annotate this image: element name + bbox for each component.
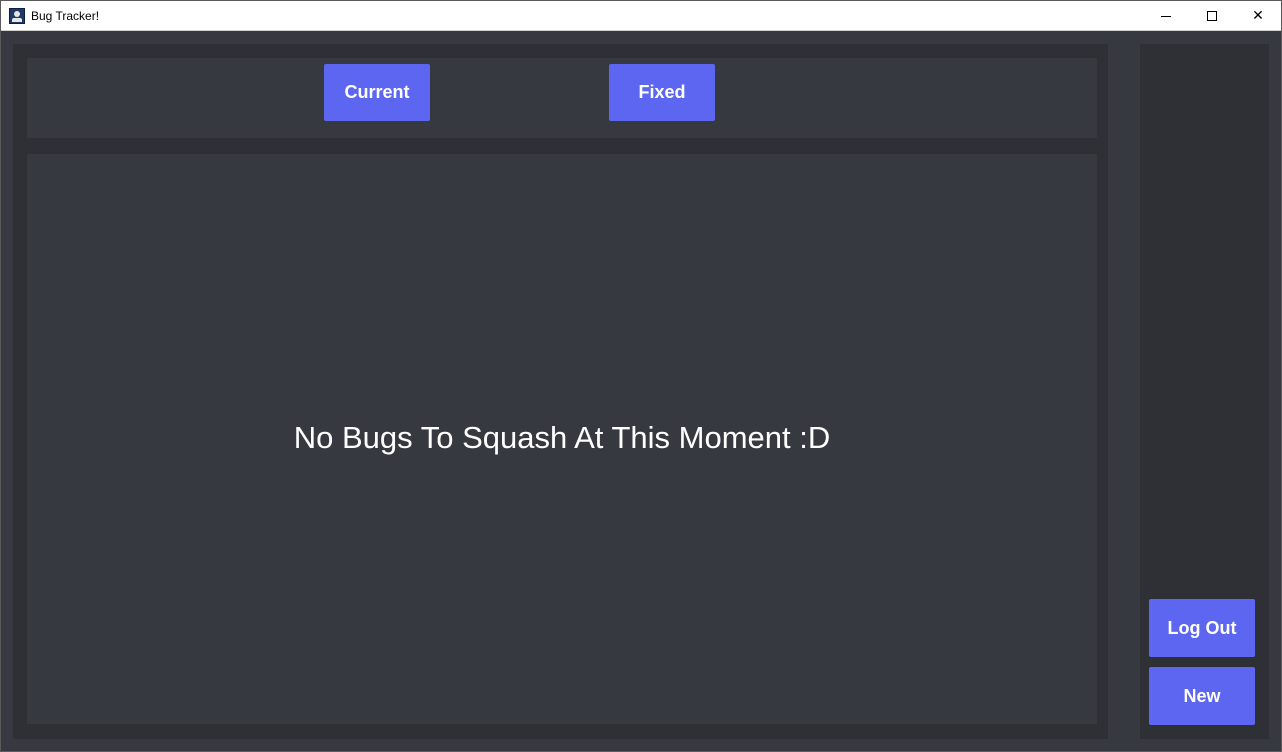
maximize-icon bbox=[1207, 11, 1217, 21]
bug-tracker-app-icon bbox=[9, 8, 25, 24]
window-title: Bug Tracker! bbox=[31, 9, 100, 23]
bug-list-area: No Bugs To Squash At This Moment :D bbox=[27, 154, 1097, 724]
fixed-bugs-button[interactable]: Fixed bbox=[609, 64, 715, 121]
bug-filter-bar: Current Fixed bbox=[27, 58, 1097, 138]
close-icon: ✕ bbox=[1252, 8, 1264, 24]
empty-state-text: No Bugs To Squash At This Moment :D bbox=[293, 420, 831, 455]
app-icon-head bbox=[14, 11, 20, 17]
minimize-icon bbox=[1161, 15, 1171, 17]
maximize-button[interactable] bbox=[1189, 1, 1235, 31]
new-bug-button[interactable]: New bbox=[1149, 667, 1255, 725]
log-out-button[interactable]: Log Out bbox=[1149, 599, 1255, 657]
current-bugs-button[interactable]: Current bbox=[324, 64, 430, 121]
minimize-button[interactable] bbox=[1143, 1, 1189, 31]
close-button[interactable]: ✕ bbox=[1235, 1, 1281, 31]
side-panel: Log Out New bbox=[1140, 44, 1269, 739]
title-bar: Bug Tracker! ✕ bbox=[1, 1, 1281, 31]
app-icon-body bbox=[12, 18, 22, 22]
empty-state-message: No Bugs To Squash At This Moment :D bbox=[27, 420, 1097, 456]
main-panel: Current Fixed No Bugs To Squash At This … bbox=[13, 44, 1108, 739]
app-window: Bug Tracker! ✕ Current Fixed No Bugs To … bbox=[0, 0, 1282, 752]
